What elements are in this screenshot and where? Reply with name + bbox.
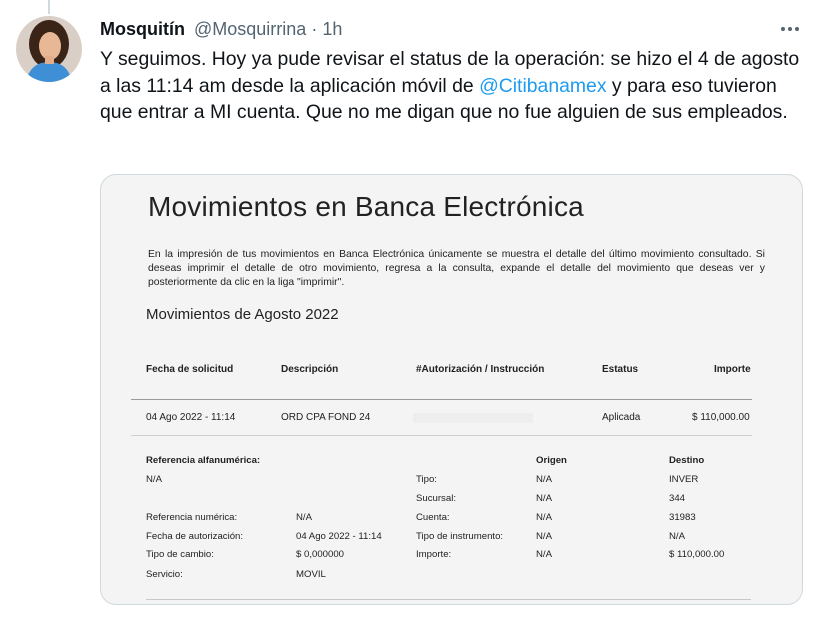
fecha-aut-label: Fecha de autorización: bbox=[146, 531, 244, 542]
cuenta-origen: N/A bbox=[536, 512, 552, 523]
ref-num-value: N/A bbox=[296, 512, 312, 523]
avatar[interactable] bbox=[16, 16, 82, 82]
importe-origen: N/A bbox=[536, 549, 552, 560]
sucursal-origen: N/A bbox=[536, 493, 552, 504]
author-name[interactable]: Mosquitín bbox=[100, 19, 185, 39]
more-horizontal-icon bbox=[795, 27, 799, 31]
tweet-text: Y seguimos. Hoy ya pude revisar el statu… bbox=[100, 46, 812, 126]
tipo-destino: INVER bbox=[669, 474, 699, 485]
avatar-image bbox=[16, 16, 82, 82]
importe-destino: $ 110,000.00 bbox=[669, 549, 725, 560]
ref-alfa-label: Referencia alfanumérica: bbox=[146, 455, 261, 466]
fecha-aut-value: 04 Ago 2022 - 11:14 bbox=[296, 531, 382, 542]
ref-alfa-value: N/A bbox=[146, 474, 162, 485]
tipo-instr-origen: N/A bbox=[536, 531, 552, 542]
more-options-button[interactable] bbox=[775, 18, 805, 40]
row-estatus: Aplicada bbox=[602, 412, 641, 423]
tipo-label: Tipo: bbox=[416, 474, 437, 485]
ref-num-label: Referencia numérica: bbox=[146, 512, 238, 523]
more-horizontal-icon bbox=[788, 27, 792, 31]
column-header-importe: Importe bbox=[714, 364, 751, 375]
tipo-cambio-value: $ 0,000000 bbox=[296, 549, 345, 560]
header-separator: · bbox=[311, 19, 318, 39]
tipo-instr-destino: N/A bbox=[669, 531, 685, 542]
mention-link[interactable]: @Citibanamex bbox=[479, 75, 606, 97]
sucursal-destino: 344 bbox=[669, 493, 686, 504]
cuenta-label: Cuenta: bbox=[416, 512, 450, 523]
sucursal-label: Sucursal: bbox=[416, 493, 456, 504]
column-header-estatus: Estatus bbox=[602, 364, 639, 375]
more-horizontal-icon bbox=[781, 27, 785, 31]
origen-header: Origen bbox=[536, 455, 567, 466]
tipo-cambio-label: Tipo de cambio: bbox=[146, 549, 214, 560]
document-subtitle: Movimientos de Agosto 2022 bbox=[146, 306, 339, 323]
importe-label: Importe: bbox=[416, 549, 452, 560]
row-fecha: 04 Ago 2022 - 11:14 bbox=[146, 412, 236, 423]
destino-header: Destino bbox=[669, 455, 705, 466]
tweet-media-image[interactable]: Movimientos en Banca Electrónica En la i… bbox=[100, 174, 803, 605]
document-intro: En la impresión de tus movimientos en Ba… bbox=[148, 249, 765, 288]
column-header-fecha: Fecha de solicitud bbox=[146, 364, 234, 375]
tipo-instr-label: Tipo de instrumento: bbox=[416, 531, 504, 542]
servicio-value: MOVIL bbox=[296, 569, 326, 580]
row-importe: $ 110,000.00 bbox=[692, 412, 750, 423]
servicio-label: Servicio: bbox=[146, 569, 183, 580]
tweet-header: Mosquitín @Mosquirrina · 1h bbox=[100, 18, 342, 40]
redacted-authorization bbox=[413, 413, 533, 423]
bank-statement-document: Movimientos en Banca Electrónica En la i… bbox=[101, 175, 802, 604]
document-title: Movimientos en Banca Electrónica bbox=[148, 191, 584, 222]
cuenta-destino: 31983 bbox=[669, 512, 696, 523]
header-divider bbox=[131, 399, 752, 400]
tipo-origen: N/A bbox=[536, 474, 552, 485]
row-divider bbox=[131, 435, 752, 436]
footer-divider bbox=[146, 599, 751, 600]
tweet-timestamp[interactable]: 1h bbox=[322, 19, 342, 39]
column-header-descripcion: Descripción bbox=[281, 364, 339, 375]
column-header-autorizacion: #Autorización / Instrucción bbox=[416, 364, 545, 375]
author-handle[interactable]: @Mosquirrina bbox=[194, 19, 306, 39]
row-descripcion: ORD CPA FOND 24 bbox=[281, 412, 371, 423]
thread-connector-line bbox=[48, 0, 50, 14]
